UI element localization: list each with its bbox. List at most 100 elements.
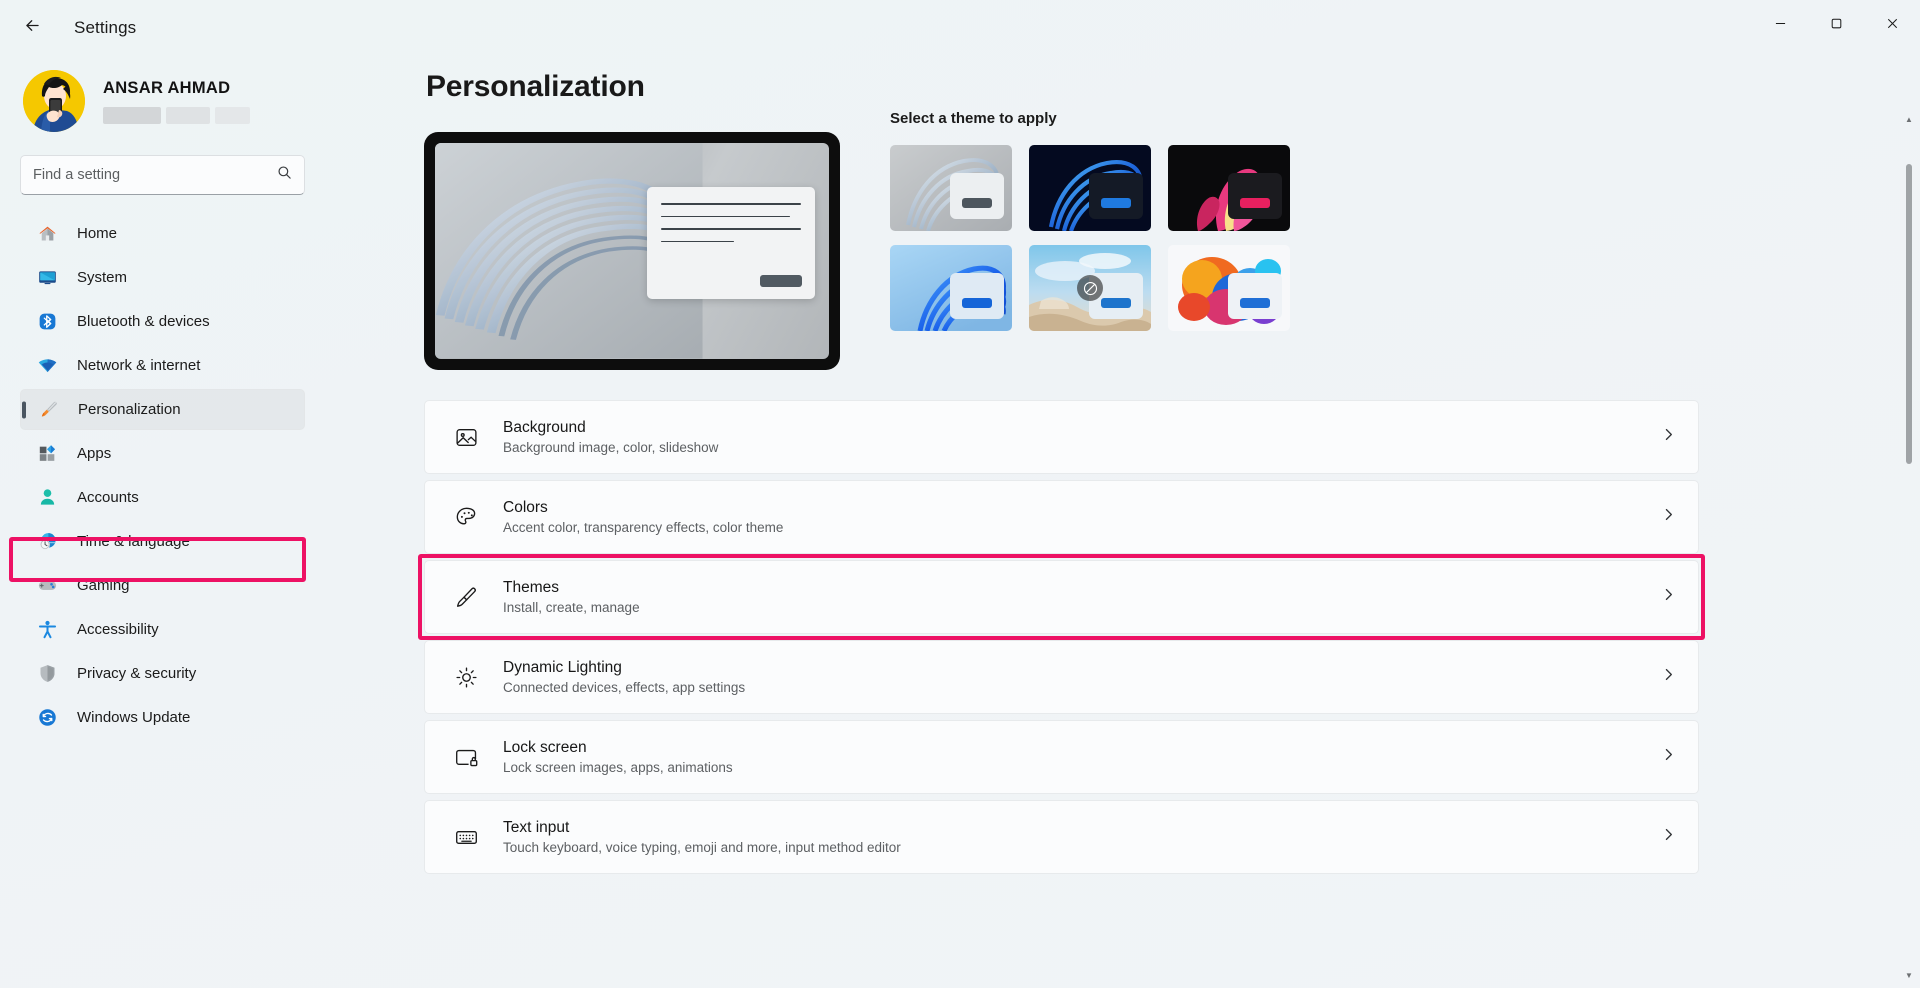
scroll-up-arrow[interactable]: ▲ bbox=[1904, 116, 1914, 124]
profile-text: ANSAR AHMAD bbox=[103, 79, 250, 124]
keyboard-icon bbox=[449, 825, 483, 850]
settings-row-text: Themes Install, create, manage bbox=[503, 579, 1661, 615]
sidebar-item-system[interactable]: System bbox=[20, 257, 305, 298]
chevron-right-icon bbox=[1661, 587, 1676, 607]
close-button[interactable] bbox=[1864, 0, 1920, 47]
theme-sunrise[interactable] bbox=[1168, 245, 1290, 331]
chevron-right-icon bbox=[1661, 427, 1676, 447]
arrow-left-icon bbox=[23, 16, 42, 40]
settings-row-subtitle: Lock screen images, apps, animations bbox=[503, 760, 733, 775]
settings-row-lock-screen[interactable]: Lock screen Lock screen images, apps, an… bbox=[424, 720, 1699, 794]
theme-picker: Select a theme to apply bbox=[890, 110, 1290, 370]
settings-row-dynamic-lighting[interactable]: Dynamic Lighting Connected devices, effe… bbox=[424, 640, 1699, 714]
scroll-down-arrow[interactable]: ▼ bbox=[1904, 972, 1914, 980]
sidebar-item-network[interactable]: Network & internet bbox=[20, 345, 305, 386]
minimize-button[interactable] bbox=[1752, 0, 1808, 47]
sidebar-item-label: Apps bbox=[77, 445, 112, 462]
sidebar-item-accessibility[interactable]: Accessibility bbox=[20, 609, 305, 650]
settings-row-subtitle: Touch keyboard, voice typing, emoji and … bbox=[503, 840, 901, 855]
sidebar-item-label: Accessibility bbox=[77, 621, 159, 638]
sidebar-item-personalization[interactable]: Personalization bbox=[20, 389, 305, 430]
theme-window-preview bbox=[950, 173, 1004, 219]
theme-window-preview bbox=[1228, 173, 1282, 219]
theme-window-preview bbox=[1228, 273, 1282, 319]
profile-name: ANSAR AHMAD bbox=[103, 78, 231, 97]
theme-grid bbox=[890, 145, 1290, 331]
theme-windows-light[interactable] bbox=[890, 145, 1012, 231]
chevron-right-icon bbox=[1661, 747, 1676, 767]
apps-icon bbox=[35, 442, 59, 466]
sidebar-item-label: Privacy & security bbox=[77, 665, 197, 682]
sidebar-item-windows-update[interactable]: Windows Update bbox=[20, 697, 305, 738]
settings-row-text: Text input Touch keyboard, voice typing,… bbox=[503, 819, 1661, 855]
page-title: Personalization bbox=[426, 70, 645, 103]
monitor-icon bbox=[35, 266, 59, 290]
theme-glow-blue[interactable] bbox=[890, 245, 1012, 331]
sidebar-item-bluetooth[interactable]: Bluetooth & devices bbox=[20, 301, 305, 342]
gamepad-icon bbox=[35, 574, 59, 598]
back-button[interactable] bbox=[10, 10, 54, 46]
clock-globe-icon bbox=[35, 530, 59, 554]
settings-list: Background Background image, color, slid… bbox=[418, 400, 1705, 920]
theme-flow-dark[interactable] bbox=[1168, 145, 1290, 231]
settings-window: Settings ANSAR AHMAD Find a setting Home… bbox=[0, 0, 1920, 988]
window-controls bbox=[1752, 0, 1920, 56]
settings-row-subtitle: Connected devices, effects, app settings bbox=[503, 680, 746, 695]
sidebar-item-gaming[interactable]: Gaming bbox=[20, 565, 305, 606]
shield-icon bbox=[35, 662, 59, 686]
search-box[interactable] bbox=[20, 155, 305, 195]
preview-screen bbox=[435, 143, 829, 359]
app-title: Settings bbox=[74, 18, 137, 37]
sidebar-item-accounts[interactable]: Accounts bbox=[20, 477, 305, 518]
maximize-button[interactable] bbox=[1808, 0, 1864, 47]
person-icon bbox=[35, 486, 59, 510]
scrollbar-thumb[interactable] bbox=[1906, 164, 1912, 464]
settings-row-title: Text input bbox=[503, 819, 570, 836]
sidebar-item-time-language[interactable]: Time & language bbox=[20, 521, 305, 562]
bluetooth-icon bbox=[35, 310, 59, 334]
sidebar-item-label: Home bbox=[77, 225, 118, 242]
title-bar: Settings bbox=[0, 0, 1920, 56]
sidebar-item-label: Bluetooth & devices bbox=[77, 313, 210, 330]
settings-row-title: Background bbox=[503, 419, 586, 436]
settings-row-title: Lock screen bbox=[503, 739, 587, 756]
avatar bbox=[23, 70, 85, 132]
sidebar-item-privacy-security[interactable]: Privacy & security bbox=[20, 653, 305, 694]
search-icon bbox=[277, 165, 292, 185]
sidebar-item-label: Time & language bbox=[77, 533, 190, 550]
sidebar-item-label: System bbox=[77, 269, 128, 286]
settings-row-text: Colors Accent color, transparency effect… bbox=[503, 499, 1661, 535]
chevron-right-icon bbox=[1661, 667, 1676, 687]
settings-row-colors[interactable]: Colors Accent color, transparency effect… bbox=[424, 480, 1699, 554]
lighting-icon bbox=[449, 665, 483, 690]
settings-row-themes[interactable]: Themes Install, create, manage bbox=[418, 554, 1705, 640]
theme-captured-motion[interactable] bbox=[1029, 245, 1151, 331]
settings-row-subtitle: Install, create, manage bbox=[503, 600, 640, 615]
settings-row-background[interactable]: Background Background image, color, slid… bbox=[424, 400, 1699, 474]
settings-row-subtitle: Accent color, transparency effects, colo… bbox=[503, 520, 784, 535]
redacted-email bbox=[103, 106, 250, 124]
sidebar-item-home[interactable]: Home bbox=[20, 213, 305, 254]
search-input[interactable] bbox=[33, 167, 277, 183]
preview-window bbox=[647, 187, 815, 299]
scrollbar[interactable]: ▲ ▼ bbox=[1904, 112, 1914, 984]
theme-window-preview bbox=[1089, 173, 1143, 219]
theme-selected-badge bbox=[1077, 275, 1103, 301]
paintbrush-icon bbox=[449, 585, 483, 610]
paintbrush-icon bbox=[36, 398, 60, 422]
theme-windows-dark[interactable] bbox=[1029, 145, 1151, 231]
user-profile[interactable]: ANSAR AHMAD bbox=[23, 64, 372, 138]
sidebar: ANSAR AHMAD Find a setting Home System B… bbox=[0, 56, 390, 988]
theme-window-preview bbox=[950, 273, 1004, 319]
main-content: Personalization Select a theme to apply … bbox=[390, 56, 1920, 988]
settings-row-text: Lock screen Lock screen images, apps, an… bbox=[503, 739, 1661, 775]
sidebar-nav: Home System Bluetooth & devices Network … bbox=[20, 213, 372, 738]
sidebar-item-apps[interactable]: Apps bbox=[20, 433, 305, 474]
settings-row-text-input[interactable]: Text input Touch keyboard, voice typing,… bbox=[424, 800, 1699, 874]
lock-screen-icon bbox=[449, 745, 483, 770]
settings-row-subtitle: Background image, color, slideshow bbox=[503, 440, 719, 455]
accessibility-icon bbox=[35, 618, 59, 642]
settings-row-title: Dynamic Lighting bbox=[503, 659, 622, 676]
sidebar-item-label: Windows Update bbox=[77, 709, 191, 726]
sidebar-item-label: Personalization bbox=[78, 401, 181, 418]
